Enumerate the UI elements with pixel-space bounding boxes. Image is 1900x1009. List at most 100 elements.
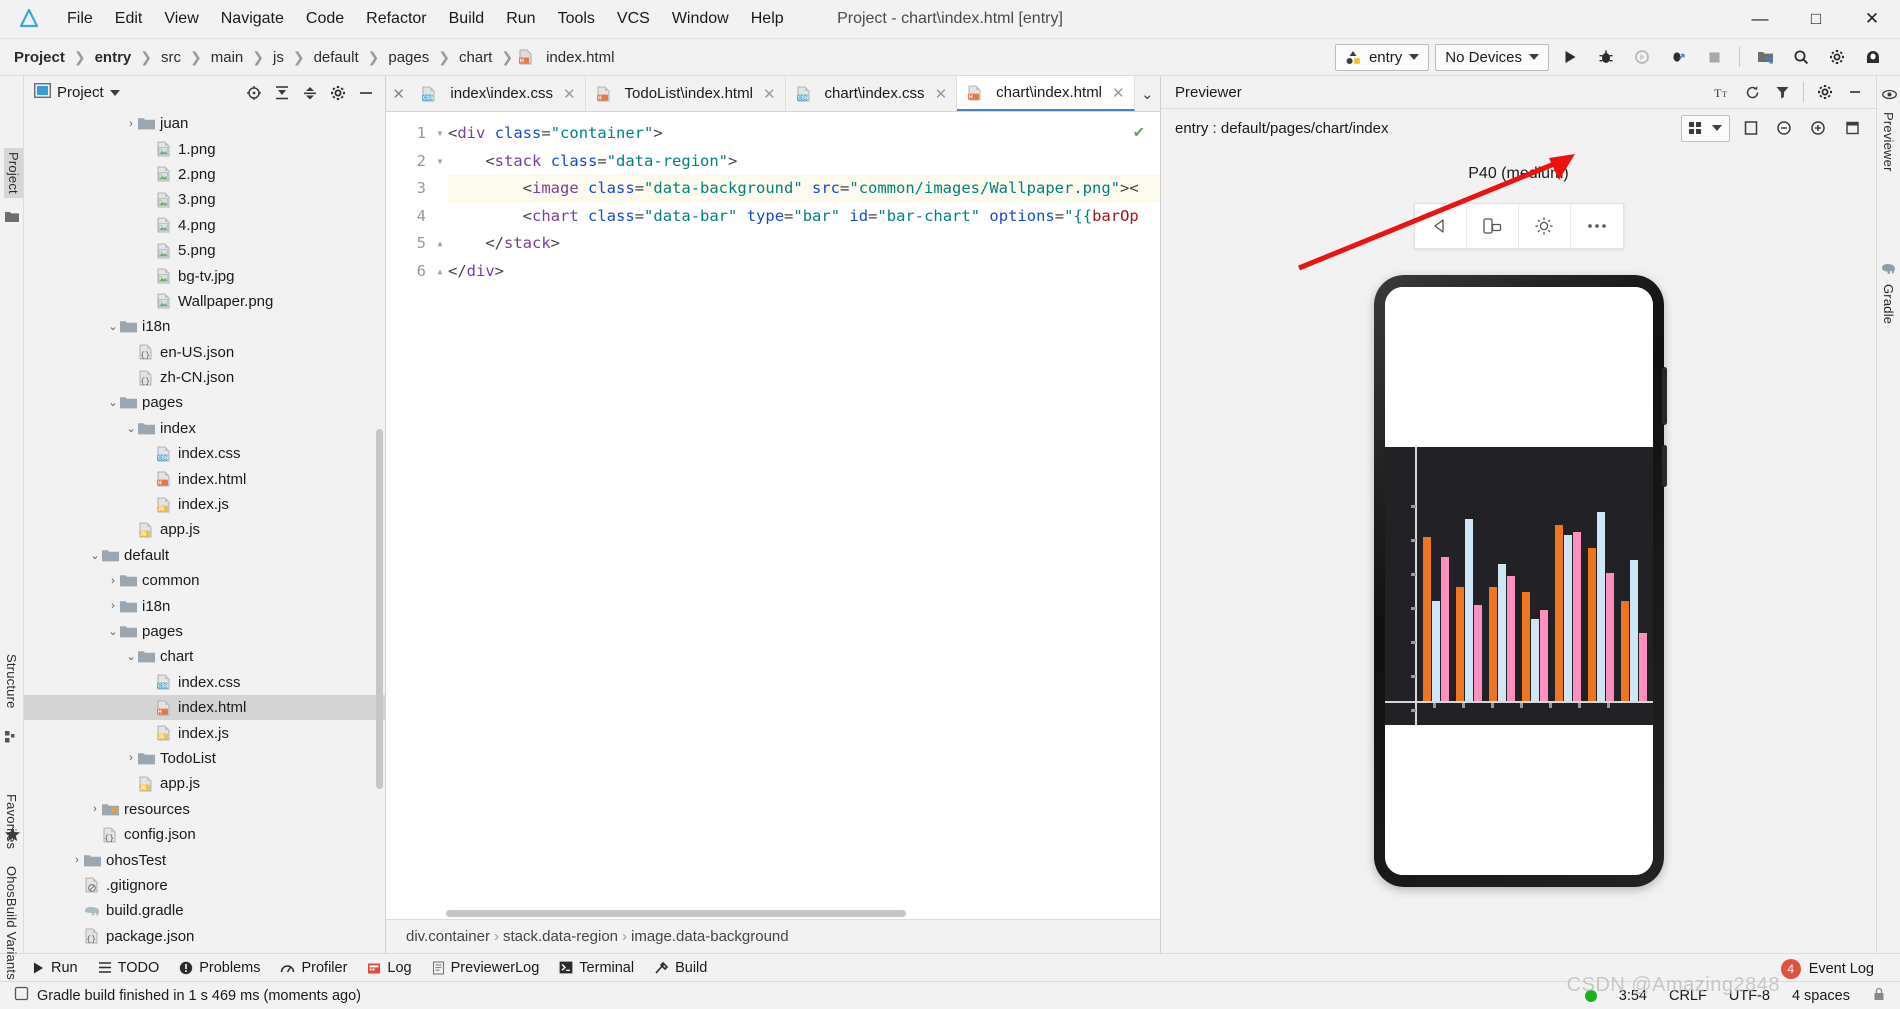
- breadcrumb-src[interactable]: src: [157, 47, 185, 68]
- debug-button[interactable]: [1591, 43, 1621, 71]
- fit-screen-icon[interactable]: [1737, 116, 1764, 140]
- tree-item-2-png[interactable]: 2.png: [24, 162, 385, 187]
- menu-navigate[interactable]: Navigate: [210, 6, 295, 32]
- breadcrumb-entry[interactable]: entry: [91, 47, 136, 68]
- tree-item-app-js[interactable]: JS app.js: [24, 771, 385, 796]
- tool-window-bar[interactable]: Run TODO Problems Profiler Log PreviewerLog Te…: [0, 953, 1900, 981]
- chevron-right-icon[interactable]: ›: [124, 118, 138, 130]
- collapse-all-icon[interactable]: [297, 81, 323, 105]
- menu-file[interactable]: File: [56, 6, 104, 32]
- tree-item-index-css[interactable]: CSS index.css: [24, 441, 385, 466]
- tree-item-bg-tv-jpg[interactable]: bg-tv.jpg: [24, 263, 385, 288]
- code-line[interactable]: <stack class="data-region">: [448, 148, 1160, 176]
- breadcrumb[interactable]: Project ❯ entry ❯ src ❯ main ❯ js ❯ default ❯ …: [10, 47, 618, 68]
- tree-item-index-js[interactable]: JS index.js: [24, 492, 385, 517]
- code-line[interactable]: <chart class="data-bar" type="bar" id="b…: [448, 203, 1160, 231]
- tree-item-index-js[interactable]: JS index.js: [24, 720, 385, 745]
- tool-window-previewerlog[interactable]: PreviewerLog: [423, 958, 549, 978]
- tree-item-proguard-rules-pro[interactable]: proguard-rules.pro: [24, 949, 385, 953]
- zoom-in-icon[interactable]: [1805, 116, 1832, 140]
- rotate-icon[interactable]: [1467, 204, 1519, 248]
- menu-run[interactable]: Run: [495, 6, 546, 32]
- event-log-button[interactable]: 4 Event Log: [1780, 959, 1874, 979]
- new-window-icon[interactable]: [1839, 116, 1866, 140]
- breadcrumb-pages[interactable]: pages: [384, 47, 433, 68]
- editor-tab-chart-index-css[interactable]: CSS chart\index.css ✕: [786, 76, 958, 111]
- tree-item-i18n[interactable]: ⌄ i18n: [24, 314, 385, 339]
- settings-gear-icon[interactable]: [1822, 43, 1852, 71]
- device-select[interactable]: No Devices: [1435, 43, 1549, 71]
- tree-item-build-gradle[interactable]: build.gradle: [24, 898, 385, 923]
- status-indent[interactable]: 4 spaces: [1792, 988, 1850, 1004]
- tree-item-config-json[interactable]: {} config.json: [24, 822, 385, 847]
- fold-marker[interactable]: ▾: [432, 148, 448, 176]
- window-controls[interactable]: — □ ✕: [1732, 0, 1900, 38]
- chevron-down-icon[interactable]: ⌄: [88, 549, 102, 562]
- tree-item-i18n[interactable]: › i18n: [24, 593, 385, 618]
- project-structure-button[interactable]: [1750, 43, 1780, 71]
- chevron-right-icon[interactable]: ›: [106, 575, 120, 587]
- tree-item-app-js[interactable]: JS app.js: [24, 517, 385, 542]
- device-screen[interactable]: [1384, 287, 1653, 875]
- tree-item-common[interactable]: › common: [24, 568, 385, 593]
- code-line[interactable]: </div>: [448, 258, 1160, 286]
- close-icon[interactable]: ✕: [763, 85, 776, 103]
- menu-edit[interactable]: Edit: [104, 6, 154, 32]
- tree-item-en-us-json[interactable]: {} en-US.json: [24, 340, 385, 365]
- tree-item-index-html[interactable]: Hindex.html: [24, 466, 385, 491]
- chevron-right-icon[interactable]: ›: [106, 600, 120, 612]
- code-lines[interactable]: <div class="container"> <stack class="da…: [448, 112, 1160, 908]
- font-size-icon[interactable]: TT: [1709, 80, 1736, 104]
- editor-horizontal-scrollbar[interactable]: [386, 908, 1160, 919]
- close-icon[interactable]: ✕: [386, 76, 411, 111]
- breadcrumb-stack-data-region[interactable]: stack.data-region: [503, 928, 618, 945]
- stop-button[interactable]: [1699, 43, 1729, 71]
- editor-tab-chart-index-html[interactable]: Hchart\index.html ✕: [957, 76, 1135, 111]
- device-control-bar[interactable]: [1413, 203, 1624, 249]
- tool-window-terminal[interactable]: Terminal: [550, 958, 643, 978]
- tree-item-package-json[interactable]: {} package.json: [24, 924, 385, 949]
- tool-window-problems[interactable]: Problems: [170, 958, 269, 978]
- tool-window-run[interactable]: Run: [22, 958, 87, 978]
- tree-item-1-png[interactable]: 1.png: [24, 136, 385, 161]
- chevron-down-icon[interactable]: [1409, 54, 1420, 60]
- close-button[interactable]: ✕: [1844, 0, 1900, 38]
- close-icon[interactable]: ✕: [1112, 84, 1125, 102]
- attach-debugger-button[interactable]: [1627, 43, 1657, 71]
- chevron-right-icon[interactable]: ›: [124, 752, 138, 764]
- maximize-button[interactable]: □: [1788, 0, 1844, 38]
- tool-window-build[interactable]: Build: [645, 958, 716, 978]
- tool-window-log[interactable]: Log: [358, 958, 420, 978]
- editor-breadcrumb[interactable]: div.container › stack.data-region › imag…: [386, 919, 1160, 953]
- close-icon[interactable]: ✕: [935, 85, 948, 103]
- tree-item-index-html[interactable]: Hindex.html: [24, 694, 385, 721]
- project-tree[interactable]: › juan 1.png 2.png 3.png 4.png 5.png bg-tv.jpg W…: [24, 109, 385, 953]
- breadcrumb-chart[interactable]: chart: [455, 47, 496, 68]
- code-line[interactable]: <image class="data-background" src="comm…: [448, 175, 1160, 203]
- fold-marker[interactable]: ▾: [432, 120, 448, 148]
- run-configuration-select[interactable]: entry: [1334, 43, 1430, 71]
- chevron-down-icon[interactable]: ⌄: [124, 650, 138, 663]
- sidebar-tab-structure[interactable]: Structure: [4, 654, 19, 709]
- hide-panel-icon[interactable]: [353, 81, 379, 105]
- tab-list-chevron-down-icon[interactable]: ⌄: [1135, 76, 1160, 111]
- refresh-icon[interactable]: [1739, 80, 1766, 104]
- run-button[interactable]: [1555, 43, 1585, 71]
- tree-item-3-png[interactable]: 3.png: [24, 187, 385, 212]
- editor-tab-todolist-index-html[interactable]: H TodoList\index.html ✕: [586, 76, 786, 111]
- breadcrumb-default[interactable]: default: [310, 47, 363, 68]
- close-icon[interactable]: ✕: [563, 85, 576, 103]
- tree-item-wallpaper-png[interactable]: Wallpaper.png: [24, 289, 385, 314]
- breadcrumb-project[interactable]: Project: [10, 47, 69, 68]
- tree-item-index-css[interactable]: CSS index.css: [24, 670, 385, 695]
- tree-item-default[interactable]: ⌄ default: [24, 543, 385, 568]
- menu-window[interactable]: Window: [661, 6, 740, 32]
- tool-window-todo[interactable]: TODO: [89, 958, 169, 978]
- menu-build[interactable]: Build: [438, 6, 496, 32]
- code-editor[interactable]: 1 2 3 4 5 6 ▾ ▾ ▴ ▴ <div class="container"> <…: [386, 112, 1160, 908]
- eye-icon[interactable]: [1882, 88, 1897, 102]
- chevron-down-icon[interactable]: ⌄: [124, 422, 138, 435]
- more-icon[interactable]: [1571, 204, 1623, 248]
- sidebar-tab-project[interactable]: Project: [4, 148, 23, 198]
- code-line[interactable]: <div class="container">: [448, 120, 1160, 148]
